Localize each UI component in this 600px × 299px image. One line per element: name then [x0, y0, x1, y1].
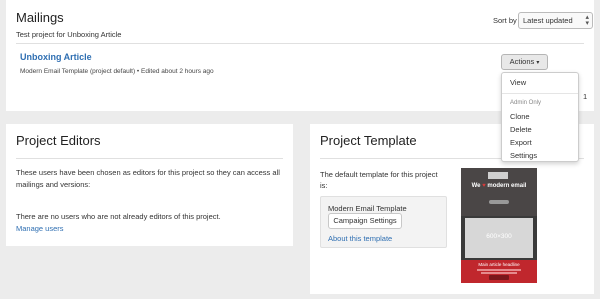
thumbnail-headline-end: modern email — [487, 183, 527, 189]
menu-item-clone[interactable]: Clone — [510, 112, 530, 121]
menu-item-export[interactable]: Export — [510, 138, 532, 147]
template-title: Project Template — [320, 133, 417, 148]
thumbnail-image-placeholder: 600×300 — [465, 218, 533, 258]
placeholder-dimensions: 600×300 — [486, 233, 512, 240]
editors-title: Project Editors — [16, 133, 101, 148]
menu-item-settings[interactable]: Settings — [510, 151, 537, 160]
editors-description: These users have been chosen as editors … — [16, 168, 280, 189]
thumbnail-headline: We ♥ modern email — [467, 183, 531, 189]
thumbnail-header: We ♥ modern email — [461, 168, 537, 216]
template-description: The default template for this project is… — [320, 170, 438, 190]
about-template-link[interactable]: About this template — [328, 234, 392, 243]
divider — [16, 158, 283, 159]
sort-select-value: Latest updated — [523, 16, 573, 25]
project-subtitle: Test project for Unboxing Article — [16, 30, 122, 39]
thumbnail-button — [489, 200, 509, 204]
caret-down-icon: ▾ — [536, 60, 540, 66]
thumbnail-logo — [488, 172, 508, 179]
sort-by-label: Sort by — [493, 16, 517, 25]
menu-separator — [502, 93, 578, 94]
thumbnail-headline-start: We — [471, 183, 481, 189]
heart-icon: ♥ — [482, 183, 486, 189]
menu-header-admin-only: Admin Only — [510, 100, 542, 106]
thumbnail-text-line — [481, 272, 517, 274]
project-editors-panel: Project Editors These users have been ch… — [6, 124, 293, 246]
sort-select[interactable]: Latest updated ▴ ▾ — [518, 12, 593, 29]
thumbnail-text-line — [477, 269, 521, 271]
actions-button[interactable]: Actions ▾ — [501, 54, 548, 70]
page-number[interactable]: 1 — [583, 92, 587, 101]
mailings-title: Mailings — [16, 10, 64, 25]
mailing-title-link[interactable]: Unboxing Article — [20, 52, 92, 62]
actions-dropdown-menu: View Admin Only Clone Delete Export Sett… — [501, 72, 579, 162]
no-users-message: There are no users who are not already e… — [16, 212, 221, 221]
thumbnail-cta — [489, 275, 509, 280]
template-name: Modern Email Template — [328, 204, 407, 213]
manage-users-link[interactable]: Manage users — [16, 224, 64, 233]
divider — [16, 43, 584, 44]
campaign-settings-button[interactable]: Campaign Settings — [328, 213, 402, 229]
thumbnail-article-headline: Main article headline — [478, 262, 520, 267]
menu-item-view[interactable]: View — [510, 78, 526, 87]
actions-button-label: Actions — [509, 57, 535, 66]
mailing-meta: Modern Email Template (project default) … — [20, 68, 214, 75]
select-arrows-icon: ▴ ▾ — [585, 14, 589, 27]
template-thumbnail[interactable]: We ♥ modern email 600×300 Main article h… — [461, 168, 537, 283]
thumbnail-article-section: Main article headline — [461, 260, 537, 283]
template-info-box: Modern Email Template Campaign Settings … — [320, 196, 447, 248]
menu-item-delete[interactable]: Delete — [510, 125, 532, 134]
